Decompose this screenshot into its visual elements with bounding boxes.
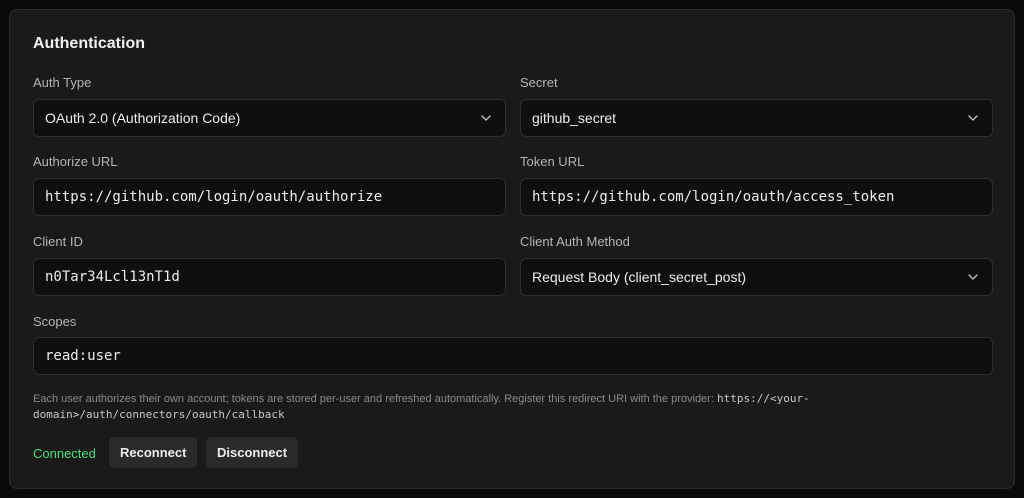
- authorize-url-label: Authorize URL: [33, 154, 118, 169]
- secret-select[interactable]: github_secret: [520, 99, 993, 137]
- reconnect-button[interactable]: Reconnect: [109, 437, 198, 468]
- secret-value: github_secret: [532, 110, 617, 126]
- redirect-uri-hint: Each user authorizes their own account; …: [33, 391, 893, 423]
- chevron-down-icon: [967, 112, 979, 124]
- hint-text: Each user authorizes their own account; …: [33, 393, 717, 405]
- authorize-url-value: https://github.com/login/oauth/authorize: [45, 189, 383, 205]
- disconnect-button[interactable]: Disconnect: [206, 437, 299, 468]
- auth-type-label: Auth Type: [33, 75, 92, 90]
- authorize-url-input[interactable]: https://github.com/login/oauth/authorize: [33, 178, 506, 216]
- client-id-value: n0Tar34Lcl13nT1d: [45, 269, 180, 285]
- chevron-down-icon: [967, 271, 979, 283]
- token-url-label: Token URL: [520, 154, 585, 169]
- client-id-label: Client ID: [33, 234, 83, 249]
- token-url-value: https://github.com/login/oauth/access_to…: [532, 189, 895, 205]
- client-auth-method-value: Request Body (client_secret_post): [532, 269, 746, 285]
- auth-type-value: OAuth 2.0 (Authorization Code): [45, 110, 241, 126]
- client-id-input[interactable]: n0Tar34Lcl13nT1d: [33, 258, 506, 296]
- scopes-label: Scopes: [33, 314, 77, 329]
- scopes-input[interactable]: read:user: [33, 337, 993, 375]
- section-title: Authentication: [33, 35, 145, 52]
- client-auth-method-label: Client Auth Method: [520, 234, 630, 249]
- token-url-input[interactable]: https://github.com/login/oauth/access_to…: [520, 178, 993, 216]
- scopes-value: read:user: [45, 348, 121, 364]
- secret-label: Secret: [520, 75, 558, 90]
- chevron-down-icon: [480, 112, 492, 124]
- client-auth-method-select[interactable]: Request Body (client_secret_post): [520, 258, 993, 296]
- connection-status: Connected: [33, 446, 96, 461]
- auth-type-select[interactable]: OAuth 2.0 (Authorization Code): [33, 99, 506, 137]
- authentication-panel: Authentication Auth Type OAuth 2.0 (Auth…: [9, 9, 1015, 489]
